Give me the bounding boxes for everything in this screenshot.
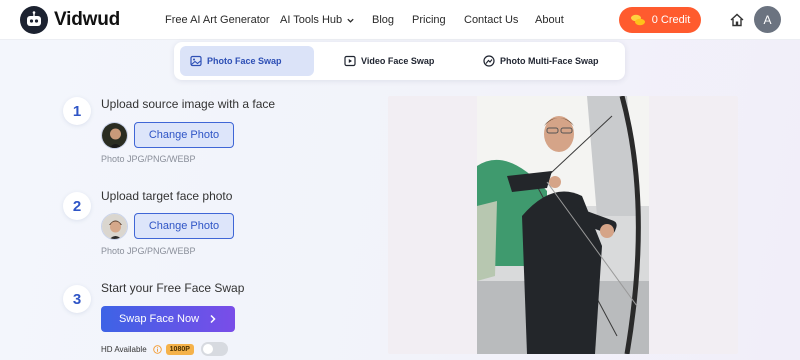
- target-format-hint: Photo JPG/PNG/WEBP: [101, 246, 196, 256]
- step-1-title: Upload source image with a face: [101, 97, 276, 111]
- brand-logo[interactable]: Vidwud: [20, 6, 120, 34]
- tab-photo-multi-face-swap[interactable]: Photo Multi-Face Swap: [473, 46, 609, 76]
- image-icon: [190, 55, 202, 67]
- step-2-title: Upload target face photo: [101, 189, 233, 203]
- nav-label: Pricing: [412, 14, 446, 26]
- coins-icon: [630, 14, 645, 26]
- nav-label: Contact Us: [464, 14, 519, 26]
- tab-label: Photo Multi-Face Swap: [500, 56, 599, 66]
- tab-label: Video Face Swap: [361, 56, 435, 66]
- source-face-thumbnail: [101, 122, 128, 149]
- credit-button[interactable]: 0 Credit: [619, 7, 701, 33]
- change-source-photo-button[interactable]: Change Photo: [134, 122, 234, 148]
- target-face-thumbnail: [101, 213, 128, 240]
- info-icon[interactable]: [152, 344, 162, 354]
- hd-toggle[interactable]: [200, 342, 228, 356]
- swap-button-label: Swap Face Now: [118, 313, 200, 325]
- user-avatar[interactable]: A: [754, 6, 781, 33]
- nav-contact-us[interactable]: Contact Us: [464, 0, 518, 40]
- chevron-down-icon: [347, 18, 354, 23]
- nav-ai-tools-hub[interactable]: AI Tools Hub: [280, 0, 355, 40]
- nav-blog[interactable]: Blog: [372, 0, 394, 40]
- nav-free-ai-art-generator[interactable]: Free AI Art Generator: [165, 0, 270, 40]
- credit-label: 0 Credit: [651, 14, 691, 26]
- top-navbar: Vidwud Free AI Art Generator AI Tools Hu…: [0, 0, 800, 40]
- nav-label: Free AI Art Generator: [165, 14, 270, 26]
- nav-label: About: [535, 14, 564, 26]
- preview-image: [477, 96, 649, 354]
- brand-name: Vidwud: [54, 9, 121, 30]
- step-number-2: 2: [63, 192, 91, 220]
- step-number-3: 3: [63, 285, 91, 313]
- hd-option-row: HD Available 1080P: [101, 342, 228, 356]
- chevron-right-icon: [210, 314, 216, 324]
- resolution-badge: 1080P: [165, 343, 194, 355]
- multi-face-icon: [483, 55, 495, 67]
- tab-video-face-swap[interactable]: Video Face Swap: [334, 46, 444, 76]
- tab-label: Photo Face Swap: [207, 56, 282, 66]
- source-format-hint: Photo JPG/PNG/WEBP: [101, 154, 196, 164]
- nav-label: Blog: [372, 14, 395, 26]
- step-number-1: 1: [63, 97, 91, 125]
- nav-about[interactable]: About: [535, 0, 564, 40]
- tab-photo-face-swap[interactable]: Photo Face Swap: [180, 46, 314, 76]
- mode-tabs: Photo Face Swap Video Face Swap Photo Mu…: [174, 42, 625, 80]
- change-target-photo-button[interactable]: Change Photo: [134, 213, 234, 239]
- nav-label: AI Tools Hub: [280, 14, 343, 26]
- video-play-icon: [344, 55, 356, 67]
- nav-pricing[interactable]: Pricing: [412, 0, 446, 40]
- home-icon[interactable]: [729, 12, 745, 28]
- swap-face-now-button[interactable]: Swap Face Now: [101, 306, 235, 332]
- hd-label: HD Available: [101, 344, 147, 354]
- robot-logo-icon: [20, 6, 48, 34]
- step-3-title: Start your Free Face Swap: [101, 281, 245, 295]
